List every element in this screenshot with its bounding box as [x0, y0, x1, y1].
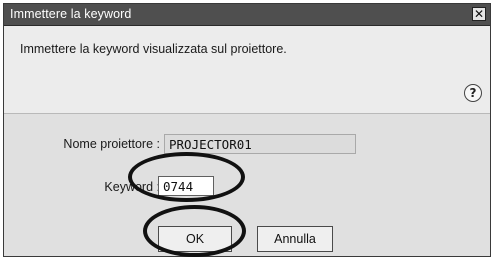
form-panel: Nome proiettore : PROJECTOR01 Keyword : … [4, 114, 490, 256]
close-icon[interactable]: ✕ [472, 7, 486, 21]
instruction-text: Immettere la keyword visualizzata sul pr… [20, 42, 287, 56]
projector-name-field: PROJECTOR01 [164, 134, 356, 154]
cancel-button[interactable]: Annulla [257, 226, 333, 252]
ok-button[interactable]: OK [158, 226, 232, 252]
keyword-input[interactable] [158, 176, 214, 196]
keyword-dialog: Immettere la keyword ✕ Immettere la keyw… [3, 3, 491, 257]
title-bar: Immettere la keyword ✕ [4, 4, 490, 26]
projector-name-label: Nome proiettore : [63, 137, 160, 151]
keyword-label: Keyword : [104, 180, 160, 194]
instruction-panel: Immettere la keyword visualizzata sul pr… [4, 26, 490, 114]
dialog-title: Immettere la keyword [10, 7, 132, 21]
help-icon[interactable]: ? [464, 84, 482, 102]
